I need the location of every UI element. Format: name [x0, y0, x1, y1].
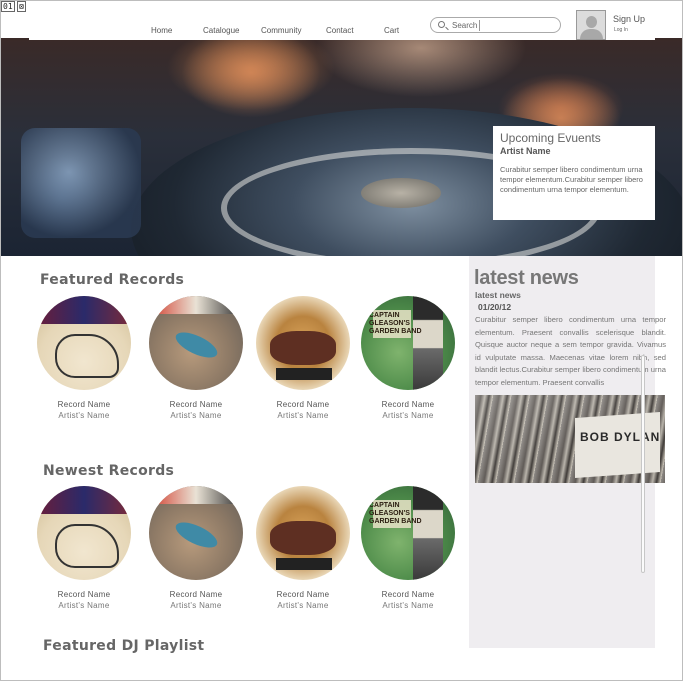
newest-record-1[interactable]: Record Name Artist's Name: [34, 486, 134, 610]
newest-record-3[interactable]: Record Name Artist's Name: [253, 486, 353, 610]
featured-playlist-title: Featured DJ Playlist: [43, 638, 205, 654]
artist-name[interactable]: Artist's Name: [146, 411, 246, 420]
record-name[interactable]: Record Name: [34, 590, 134, 599]
record-cover[interactable]: [256, 486, 350, 580]
record-cover[interactable]: [37, 296, 131, 390]
news-body: Curabitur semper libero condimentum urna…: [475, 315, 666, 387]
record-name[interactable]: Record Name: [34, 400, 134, 409]
artist-name[interactable]: Artist's Name: [358, 411, 458, 420]
news-scrollbar[interactable]: [641, 355, 645, 573]
artist-name[interactable]: Artist's Name: [358, 601, 458, 610]
latest-news-panel: latest news latest news 01/20/12 Curabit…: [469, 256, 666, 648]
record-name[interactable]: Record Name: [146, 400, 246, 409]
nav-catalogue[interactable]: Catalogue: [203, 26, 239, 35]
search-input[interactable]: [479, 20, 559, 31]
news-photo[interactable]: BOB DYLAN: [475, 395, 665, 483]
record-cover[interactable]: [149, 486, 243, 580]
events-title: Upcoming Evuents: [500, 131, 601, 145]
newest-record-2[interactable]: Record Name Artist's Name: [146, 486, 246, 610]
turntable-tonearm: [21, 128, 141, 238]
record-name[interactable]: Record Name: [358, 400, 458, 409]
cover-text: CAPTAIN GLEASON'S GARDEN BAND: [369, 502, 422, 525]
featured-record-1[interactable]: Record Name Artist's Name: [34, 296, 134, 420]
news-subtitle: latest news: [475, 290, 521, 300]
news-date: 01/20/12: [478, 302, 512, 312]
artist-name[interactable]: Artist's Name: [253, 601, 353, 610]
featured-record-2[interactable]: Record Name Artist's Name: [146, 296, 246, 420]
avatar-head-shape: [586, 16, 597, 28]
nav-community[interactable]: Community: [261, 26, 301, 35]
events-artist: Artist Name: [500, 146, 551, 156]
upcoming-events-box: Upcoming Evuents Artist Name Curabitur s…: [493, 126, 655, 220]
news-title: latest news: [474, 267, 579, 289]
nav-home[interactable]: Home: [151, 26, 172, 35]
search-label: Search: [452, 21, 478, 30]
close-icon[interactable]: ⊠: [17, 1, 26, 12]
photo-text: BOB DYLAN: [580, 430, 661, 444]
turntable-label: [361, 178, 441, 208]
record-name[interactable]: Record Name: [253, 590, 353, 599]
artist-name[interactable]: Artist's Name: [146, 601, 246, 610]
nav-cart[interactable]: Cart: [384, 26, 399, 35]
newest-records-title: Newest Records: [43, 463, 175, 479]
hero-hand-shape: [181, 38, 321, 118]
record-name[interactable]: Record Name: [253, 400, 353, 409]
record-name[interactable]: Record Name: [146, 590, 246, 599]
record-cover[interactable]: [37, 486, 131, 580]
record-cover[interactable]: [149, 296, 243, 390]
featured-records-title: Featured Records: [40, 272, 185, 288]
record-cover[interactable]: CAPTAIN GLEASON'S GARDEN BAND: [361, 296, 455, 390]
avatar-body-shape: [580, 29, 603, 39]
featured-record-4[interactable]: CAPTAIN GLEASON'S GARDEN BAND Record Nam…: [358, 296, 458, 420]
record-cover[interactable]: [256, 296, 350, 390]
events-description: Curabitur semper libero condimentum urna…: [500, 165, 643, 194]
cover-text: CAPTAIN GLEASON'S GARDEN BAND: [369, 312, 422, 335]
avatar[interactable]: [576, 10, 606, 40]
artist-name[interactable]: Artist's Name: [34, 411, 134, 420]
search-box[interactable]: Search: [430, 17, 561, 33]
page-number-tag: 01: [1, 1, 15, 12]
login-link[interactable]: Log In: [614, 27, 628, 33]
newest-record-4[interactable]: CAPTAIN GLEASON'S GARDEN BAND Record Nam…: [358, 486, 458, 610]
featured-record-3[interactable]: Record Name Artist's Name: [253, 296, 353, 420]
artist-name[interactable]: Artist's Name: [253, 411, 353, 420]
artist-name[interactable]: Artist's Name: [34, 601, 134, 610]
record-cover[interactable]: CAPTAIN GLEASON'S GARDEN BAND: [361, 486, 455, 580]
photo-record-sleeve: [575, 412, 660, 478]
search-icon[interactable]: [438, 21, 445, 28]
signup-link[interactable]: Sign Up: [613, 14, 645, 24]
top-nav-bar: Home Catalogue Community Contact Cart Se…: [29, 6, 655, 40]
nav-contact[interactable]: Contact: [326, 26, 354, 35]
record-name[interactable]: Record Name: [358, 590, 458, 599]
